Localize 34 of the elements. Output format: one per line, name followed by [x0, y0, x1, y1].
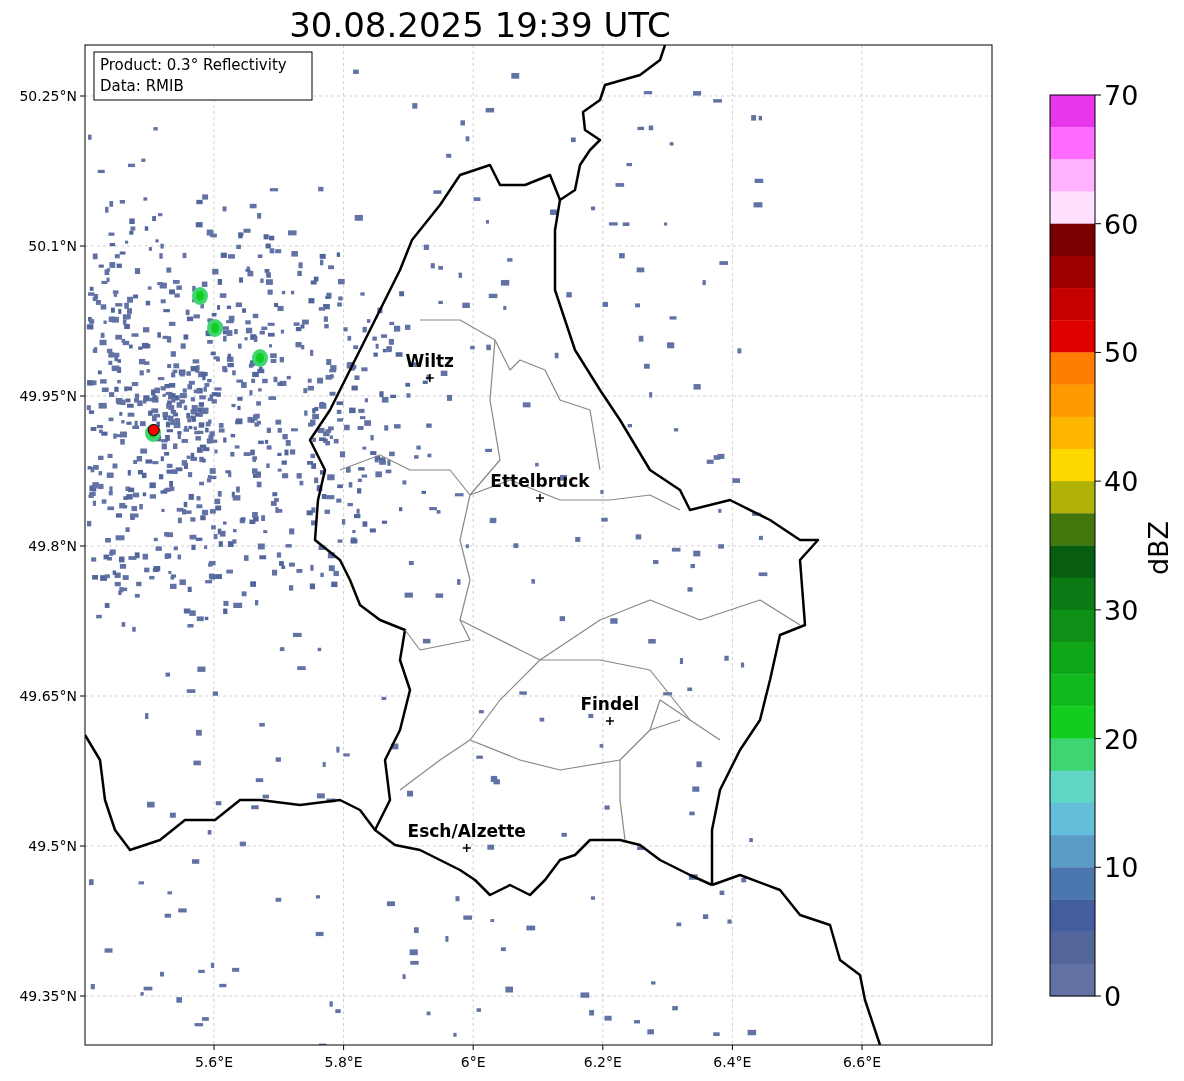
colorbar-tick-label: 70 [1104, 80, 1139, 111]
axis-tick-label: 6.4°E [713, 1054, 752, 1070]
axis-tick-label: 6.6°E [842, 1054, 882, 1070]
axis-tick-label: 49.35°N [19, 988, 77, 1004]
city-marker [605, 716, 615, 726]
city-label: Findel [580, 694, 640, 714]
colorbar-tick-label: 0 [1104, 981, 1122, 1012]
axis-tick-label: 49.8°N [28, 538, 77, 554]
axis-tick-label: 6.2°E [583, 1054, 622, 1070]
radar-site-marker [147, 424, 160, 436]
colorbar-label: dBZ [1143, 520, 1174, 576]
colorbar-tick-label: 20 [1104, 723, 1139, 755]
axis-tick-label: 50.1°N [28, 238, 77, 254]
axis-tick-label: 50.25°N [19, 88, 77, 104]
city-label: Ettelbruck [490, 471, 590, 491]
axis-tick-label: 6°E [460, 1054, 486, 1070]
chart-title: 30.08.2025 19:39 UTC [289, 5, 671, 45]
city-marker [535, 493, 545, 503]
axis-tick-label: 49.95°N [19, 388, 77, 404]
city-label: Esch/Alzette [407, 821, 526, 841]
city-marker [461, 843, 472, 853]
info-text: Data: RMIB [100, 77, 184, 95]
city-label: Wiltz [405, 351, 454, 371]
axis-tick-label: 49.5°N [28, 838, 77, 854]
colorbar-tick-label: 60 [1104, 208, 1139, 240]
axis-tick-label: 5.6°E [194, 1054, 234, 1070]
city-marker [425, 373, 435, 383]
colorbar-tick-label: 40 [1104, 466, 1139, 498]
colorbar-tick-label: 10 [1104, 852, 1139, 884]
axis-tick-label: 49.65°N [19, 688, 77, 704]
info-text: Product: 0.3° Reflectivity [100, 56, 287, 74]
axis-tick-label: 5.8°E [324, 1054, 363, 1070]
colorbar-tick-label: 30 [1104, 594, 1139, 626]
colorbar-tick-label: 50 [1104, 337, 1139, 369]
